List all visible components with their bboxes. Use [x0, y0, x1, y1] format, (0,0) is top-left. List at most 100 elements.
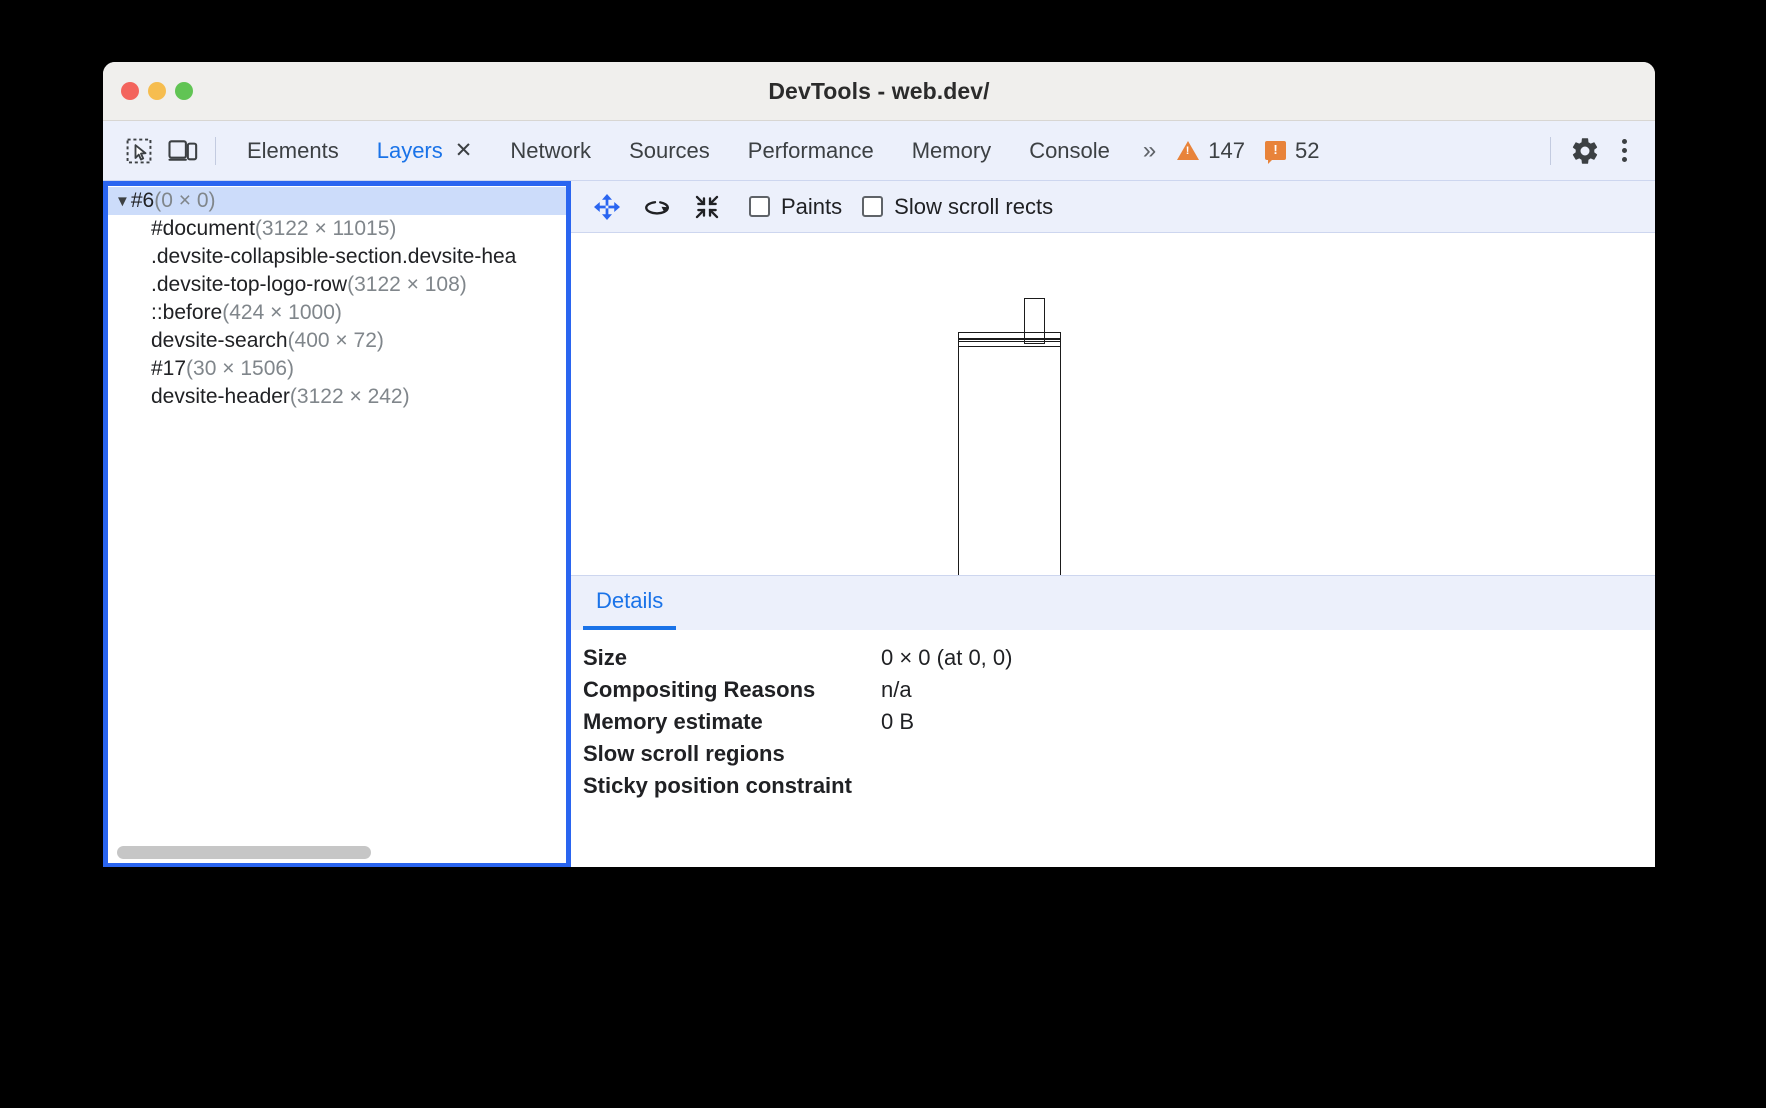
- devtools-tabbar: Elements Layers ✕ Network Sources Perfor…: [103, 121, 1655, 181]
- toolbar-divider: [1550, 137, 1551, 165]
- layer-tree-row-selected[interactable]: ▼#6(0 × 0): [103, 187, 571, 215]
- paints-checkbox[interactable]: Paints: [749, 194, 842, 220]
- layer-tree-panel[interactable]: ▼#6(0 × 0) #document(3122 × 11015) .devs…: [103, 181, 571, 867]
- layer-tree-row[interactable]: devsite-search(400 × 72): [103, 327, 571, 355]
- layer-tree: ▼#6(0 × 0) #document(3122 × 11015) .devs…: [103, 181, 571, 411]
- details-table: Size 0 × 0 (at 0, 0) Compositing Reasons…: [571, 630, 1655, 802]
- layer-name: #6: [131, 189, 154, 212]
- detail-name: Memory estimate: [583, 709, 881, 735]
- tab-layers[interactable]: Layers ✕: [358, 121, 492, 180]
- inspect-element-icon[interactable]: [117, 129, 161, 173]
- detail-name: Size: [583, 645, 881, 671]
- detail-row-compositing-reasons: Compositing Reasons n/a: [583, 674, 1655, 706]
- error-count[interactable]: 52: [1255, 138, 1329, 164]
- layer-outline-document[interactable]: [958, 341, 1061, 575]
- checkbox-box[interactable]: [862, 196, 883, 217]
- horizontal-scrollbar[interactable]: [110, 846, 564, 859]
- slow-scroll-rects-checkbox[interactable]: Slow scroll rects: [862, 194, 1053, 220]
- close-icon[interactable]: ✕: [455, 140, 473, 161]
- detail-row-size: Size 0 × 0 (at 0, 0): [583, 642, 1655, 674]
- detail-name: Compositing Reasons: [583, 677, 881, 703]
- layer-size: (400 × 72): [288, 329, 384, 352]
- kebab-menu-icon[interactable]: [1607, 131, 1641, 171]
- tab-performance[interactable]: Performance: [729, 121, 893, 180]
- layer-tree-row[interactable]: .devsite-collapsible-section.devsite-hea: [103, 243, 571, 271]
- layer-tree-row[interactable]: #document(3122 × 11015): [103, 215, 571, 243]
- layer-tree-row[interactable]: ::before(424 × 1000): [103, 299, 571, 327]
- warning-triangle-icon: [1177, 141, 1199, 160]
- warning-count-label: 147: [1208, 138, 1245, 164]
- chevron-down-icon[interactable]: ▼: [115, 188, 130, 215]
- tab-console[interactable]: Console: [1010, 121, 1129, 180]
- detail-value: 0 B: [881, 709, 914, 735]
- tab-memory[interactable]: Memory: [893, 121, 1010, 180]
- device-toolbar-icon[interactable]: [161, 129, 205, 173]
- layer-name: .devsite-top-logo-row: [151, 273, 347, 296]
- close-window-button[interactable]: [121, 82, 139, 100]
- tab-label: Console: [1029, 138, 1110, 164]
- warning-count[interactable]: 147: [1167, 138, 1255, 164]
- window-title: DevTools - web.dev/: [103, 78, 1655, 105]
- detail-row-sticky-position-constraint: Sticky position constraint: [583, 770, 1655, 802]
- tab-label: Layers: [377, 138, 443, 164]
- slow-scroll-rects-label: Slow scroll rects: [894, 194, 1053, 220]
- layer-name: devsite-search: [151, 329, 288, 352]
- detail-name: Sticky position constraint: [583, 773, 881, 799]
- layer-size: (3122 × 108): [347, 273, 467, 296]
- more-tabs-icon[interactable]: »: [1129, 137, 1167, 165]
- detail-value: n/a: [881, 677, 912, 703]
- error-badge-icon: [1265, 141, 1286, 160]
- tab-label: Elements: [247, 138, 339, 164]
- tab-network[interactable]: Network: [491, 121, 610, 180]
- window-titlebar: DevTools - web.dev/: [103, 62, 1655, 121]
- detail-row-slow-scroll-regions: Slow scroll regions: [583, 738, 1655, 770]
- tab-label: Network: [510, 138, 591, 164]
- traffic-lights: [121, 82, 193, 100]
- layer-size: (0 × 0): [154, 189, 215, 212]
- panel-tabs: Elements Layers ✕ Network Sources Perfor…: [228, 121, 1129, 180]
- tab-label: Performance: [748, 138, 874, 164]
- details-tab-label: Details: [596, 588, 663, 614]
- layer-size: (30 × 1506): [186, 357, 294, 380]
- tab-details[interactable]: Details: [583, 576, 676, 630]
- screen: DevTools - web.dev/: [0, 0, 1766, 1108]
- layer-tree-row[interactable]: #17(30 × 1506): [103, 355, 571, 383]
- layer-size: (3122 × 242): [290, 385, 410, 408]
- tab-elements[interactable]: Elements: [228, 121, 358, 180]
- layer-tree-row[interactable]: devsite-header(3122 × 242): [103, 383, 571, 411]
- pan-mode-icon[interactable]: [585, 185, 629, 229]
- rotate-mode-icon[interactable]: [635, 185, 679, 229]
- maximize-window-button[interactable]: [175, 82, 193, 100]
- devtools-window: DevTools - web.dev/: [103, 62, 1655, 867]
- layers-toolbar: Paints Slow scroll rects: [571, 181, 1655, 233]
- tab-label: Sources: [629, 138, 710, 164]
- detail-value: 0 × 0 (at 0, 0): [881, 645, 1012, 671]
- details-pane: Details Size 0 × 0 (at 0, 0) Compositing…: [571, 575, 1655, 867]
- gear-icon[interactable]: [1563, 129, 1607, 173]
- checkbox-box[interactable]: [749, 196, 770, 217]
- layer-name: #17: [151, 357, 186, 380]
- detail-row-memory-estimate: Memory estimate 0 B: [583, 706, 1655, 738]
- toolbar-divider: [215, 137, 216, 165]
- detail-name: Slow scroll regions: [583, 741, 881, 767]
- layer-tree-row[interactable]: .devsite-top-logo-row(3122 × 108): [103, 271, 571, 299]
- layers-view: Paints Slow scroll rects: [571, 181, 1655, 867]
- layer-name: #document: [151, 217, 255, 240]
- layer-name: devsite-header: [151, 385, 290, 408]
- layer-size: (3122 × 11015): [255, 217, 396, 240]
- layer-size: (424 × 1000): [222, 301, 342, 324]
- scrollbar-thumb[interactable]: [117, 846, 371, 859]
- tab-sources[interactable]: Sources: [610, 121, 729, 180]
- paints-label: Paints: [781, 194, 842, 220]
- layer-outline-search[interactable]: [1024, 298, 1045, 344]
- layers-3d-canvas[interactable]: [571, 233, 1655, 575]
- details-tabstrip: Details: [571, 576, 1655, 630]
- devtools-body: ▼#6(0 × 0) #document(3122 × 11015) .devs…: [103, 181, 1655, 867]
- layer-name: ::before: [151, 301, 222, 324]
- layer-name: .devsite-collapsible-section.devsite-hea: [151, 245, 516, 268]
- minimize-window-button[interactable]: [148, 82, 166, 100]
- error-count-label: 52: [1295, 138, 1319, 164]
- reset-view-icon[interactable]: [685, 185, 729, 229]
- layer-outline-top-logo-row[interactable]: [958, 332, 1061, 340]
- tab-label: Memory: [912, 138, 991, 164]
